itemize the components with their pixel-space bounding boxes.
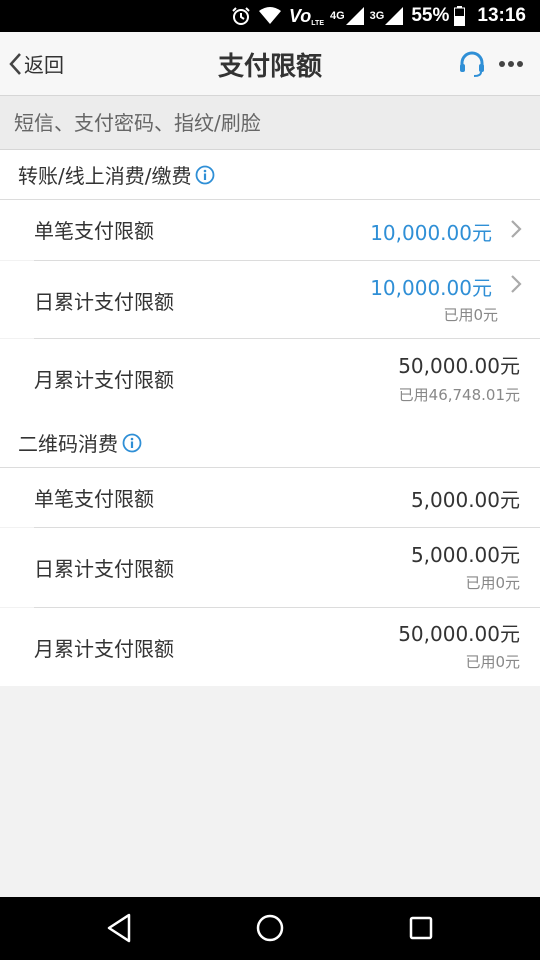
signal-icon	[345, 7, 364, 25]
volte-label: Vo	[288, 5, 312, 26]
limit-amount: 50,000.00元	[398, 622, 520, 646]
used-amount: 已用0元	[465, 653, 520, 671]
limit-label: 单笔支付限额	[34, 487, 154, 511]
battery-percent: 55%	[411, 5, 450, 26]
limit-row-daily-qrcode: 日累计支付限额 5,000.00元 已用0元	[0, 528, 540, 607]
limit-amount: 5,000.00元	[410, 543, 520, 567]
info-icon[interactable]	[195, 165, 215, 185]
chevron-left-icon	[8, 52, 22, 76]
limit-amount: 50,000.00元	[398, 354, 520, 378]
network-type-2: 3G	[369, 9, 385, 22]
status-bar: Vo LTE 4G 3G 55% 13:16	[0, 0, 540, 32]
section-header-transfer: 转账/线上消费/缴费	[0, 150, 540, 200]
section-title: 二维码消费	[18, 432, 118, 456]
limit-row-daily-transfer[interactable]: 日累计支付限额 10,000.00元 已用0元	[0, 261, 540, 338]
limit-amount: 10,000.00元	[370, 221, 492, 245]
customer-service-button[interactable]	[458, 50, 486, 78]
chevron-right-icon[interactable]	[510, 274, 522, 298]
system-navigation-bar	[0, 897, 540, 960]
used-amount: 已用46,748.01元	[398, 386, 520, 404]
volte-icon: Vo LTE	[289, 6, 324, 27]
back-icon[interactable]	[104, 911, 134, 949]
limit-amount: 10,000.00元	[370, 276, 492, 300]
section-title: 转账/线上消费/缴费	[18, 164, 192, 188]
limit-row-monthly-transfer: 月累计支付限额 50,000.00元 已用46,748.01元	[0, 339, 540, 418]
info-icon[interactable]	[122, 433, 142, 453]
signal-icon-2	[385, 7, 404, 25]
limit-row-single-transfer[interactable]: 单笔支付限额 10,000.00元	[0, 200, 540, 260]
limit-row-monthly-qrcode: 月累计支付限额 50,000.00元 已用0元	[0, 608, 540, 686]
used-amount: 已用0元	[443, 306, 498, 324]
home-icon[interactable]	[254, 911, 286, 949]
back-button[interactable]: 返回	[8, 49, 64, 78]
battery-icon	[454, 6, 466, 26]
alarm-icon	[231, 6, 251, 26]
more-icon	[498, 60, 524, 68]
section-header-qrcode: 二维码消费	[0, 418, 540, 468]
limit-label: 日累计支付限额	[34, 290, 174, 314]
limit-label: 单笔支付限额	[34, 219, 154, 243]
recents-icon[interactable]	[406, 911, 436, 949]
clock: 13:16	[477, 5, 526, 26]
used-amount: 已用0元	[465, 574, 520, 592]
wifi-icon	[258, 7, 281, 25]
network-type-1: 4G	[329, 9, 345, 22]
back-label: 返回	[24, 53, 64, 77]
auth-methods-banner: 短信、支付密码、指纹/刷脸	[0, 96, 540, 150]
limit-row-single-qrcode: 单笔支付限额 5,000.00元	[0, 468, 540, 527]
more-button[interactable]	[498, 60, 524, 68]
chevron-right-icon[interactable]	[510, 219, 522, 243]
limit-label: 月累计支付限额	[34, 368, 174, 392]
navigation-bar: 返回 支付限额	[0, 32, 540, 96]
limit-label: 月累计支付限额	[34, 637, 174, 661]
volte-sub-label: LTE	[311, 19, 324, 27]
limit-amount: 5,000.00元	[410, 488, 520, 512]
headset-icon	[458, 50, 486, 78]
limit-label: 日累计支付限额	[34, 557, 174, 581]
